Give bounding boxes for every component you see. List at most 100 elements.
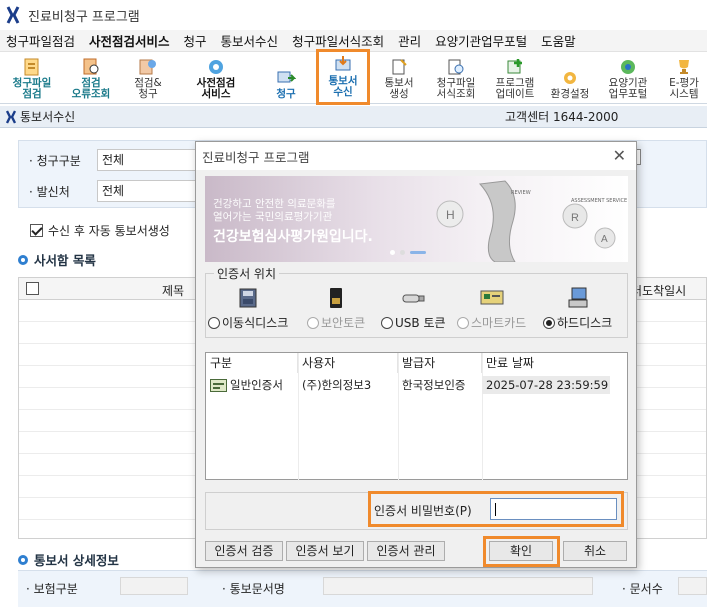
tool-label: 청구파일 서식조회	[436, 77, 476, 100]
password-input[interactable]	[490, 498, 617, 520]
tool-label: 청구파일 점검	[12, 77, 52, 100]
banner-pager[interactable]	[390, 250, 426, 255]
tool-settings[interactable]: 환경설정	[546, 52, 594, 104]
tool-portal[interactable]: 요양기관 업무포털	[603, 52, 653, 104]
menu-item[interactable]: 청구파일서식조회	[286, 31, 392, 50]
tool-create-notice[interactable]: 통보서 생성	[377, 52, 421, 104]
detail-title: 통보서 상세정보	[34, 553, 119, 568]
dialog-banner: H R A 건강하고 안전한 의료문화를 열어가는 국민의료평가기관 건강보험심…	[205, 176, 628, 262]
location-usb-token[interactable]: USB 토큰	[381, 286, 446, 331]
verify-cert-button[interactable]: 인증서 검증	[205, 541, 283, 561]
sender-label: · 발신처	[29, 184, 70, 199]
check-claim-icon	[139, 59, 156, 75]
tool-label: 환경설정	[550, 88, 590, 100]
tool-e-evaluation[interactable]: E-평가 시스템	[661, 52, 707, 104]
tool-label: 점검 오류조회	[71, 77, 111, 100]
location-usb-disk[interactable]: 이동식디스크	[208, 286, 288, 331]
location-hard-disk[interactable]: 하드디스크	[543, 286, 612, 331]
hira-banner-art: H R A	[436, 180, 616, 262]
col-issuer[interactable]: 발급자	[398, 353, 482, 373]
doc-name-label: · 통보문서명	[222, 582, 285, 596]
location-label: 보안토큰	[321, 316, 366, 330]
radio-smartcard[interactable]	[457, 316, 469, 329]
app-logo-icon	[6, 6, 20, 24]
col-user[interactable]: 사용자	[298, 353, 398, 373]
doc-count-field	[678, 577, 707, 595]
certificate-table: 구분 사용자 발급자 만료 날짜 일반인증서 (주)한의정보3 한국정보인증 2…	[205, 352, 628, 481]
cert-user-cell: (주)한의정보3	[302, 378, 372, 392]
radio-security-token[interactable]	[307, 316, 319, 329]
tool-error-search[interactable]: 점검 오류조회	[64, 52, 118, 104]
cancel-button[interactable]: 취소	[563, 541, 627, 561]
insurance-label: · 보험구분	[26, 582, 78, 596]
menu-item[interactable]: 도움말	[535, 31, 584, 50]
menu-item[interactable]: 청구	[178, 31, 215, 50]
settings-icon	[564, 72, 576, 84]
tool-precheck-service[interactable]: 사전점검 서비스	[183, 52, 249, 104]
close-icon[interactable]: ✕	[613, 146, 626, 165]
pager-active[interactable]	[410, 251, 426, 254]
banner-org: 건강보험심사평가원입니다.	[213, 229, 373, 245]
pager-dot[interactable]	[400, 250, 405, 255]
select-all-checkbox[interactable]	[26, 282, 39, 295]
menu-item[interactable]: 요양기관업무포털	[429, 31, 535, 50]
file-check-icon	[24, 58, 39, 76]
cert-expiry-cell: 2025-07-28 23:59:59	[482, 376, 610, 394]
tool-check-claim[interactable]: 점검& 청구	[124, 52, 172, 104]
tool-label: 점검& 청구	[134, 77, 162, 100]
tool-claim[interactable]: 청구	[265, 52, 307, 104]
radio-hard-disk[interactable]	[543, 316, 555, 329]
doc-count-label: · 문서수	[622, 582, 663, 596]
location-security-token[interactable]: 보안토큰	[307, 286, 365, 331]
view-cert-button[interactable]: 인증서 보기	[286, 541, 364, 561]
manage-cert-button[interactable]: 인증서 관리	[367, 541, 445, 561]
sender-select[interactable]: 전체	[97, 180, 207, 202]
radio-usb-token[interactable]	[381, 316, 393, 329]
claim-type-select[interactable]: 전체	[97, 149, 207, 171]
smartcard-icon	[480, 290, 504, 305]
section-logo-icon	[6, 109, 16, 124]
cert-location-group: 인증서 위치 이동식디스크 보안토큰 USB 토큰 스마트카드 하드디스크	[205, 265, 628, 338]
pager-dot[interactable]	[390, 250, 395, 255]
banner-slogan: 건강하고 안전한 의료문화를 열어가는 국민의료평가기관	[213, 198, 336, 223]
radio-usb-disk[interactable]	[208, 316, 220, 329]
cell-text: 일반인증서	[230, 378, 283, 392]
dialog-titlebar: 진료비청구 프로그램	[196, 142, 636, 170]
col-type[interactable]: 구분	[206, 353, 298, 373]
error-search-icon	[83, 58, 99, 75]
tool-claim-file-check[interactable]: 청구파일 점검	[6, 52, 58, 104]
toolbar: 청구파일 점검 점검 오류조회 점검& 청구 사전점검 서비스 청구 통보서 수…	[0, 49, 707, 105]
support-center: 고객센터 1644-2000	[505, 110, 619, 124]
password-label: 인증서 비밀번호(P)	[374, 504, 472, 518]
tool-label: 사전점검 서비스	[196, 77, 236, 100]
tool-label: 프로그램 업데이트	[495, 77, 535, 100]
banner-tag-assessment: ASSESSMENT SERVICE	[571, 198, 628, 204]
menu-item[interactable]: 사전점검서비스	[83, 31, 178, 50]
certificate-icon	[210, 378, 227, 392]
usb-token-icon	[402, 294, 425, 303]
portal-icon	[621, 60, 635, 74]
hard-disk-icon	[568, 287, 588, 308]
doc-name-field	[323, 577, 593, 595]
tool-program-update[interactable]: 프로그램 업데이트	[489, 52, 541, 104]
menu-item[interactable]: 관리	[392, 31, 429, 50]
auto-create-option[interactable]: 수신 후 자동 통보서생성	[30, 222, 170, 239]
location-smartcard[interactable]: 스마트카드	[457, 286, 526, 331]
bullet-icon	[18, 554, 28, 565]
detail-panel: · 보험구분 · 통보문서명 · 문서수	[18, 570, 707, 607]
tool-form-search[interactable]: 청구파일 서식조회	[431, 52, 481, 104]
usb-disk-icon	[239, 288, 257, 308]
auto-create-checkbox[interactable]	[30, 224, 43, 237]
tool-label: 통보서 수신	[328, 75, 358, 98]
menu-item[interactable]: 통보서수신	[215, 31, 287, 50]
col-expiry[interactable]: 만료 날짜	[482, 353, 627, 373]
precheck-icon	[209, 60, 223, 74]
mailbox-title: 사서함 목록	[34, 253, 96, 268]
col-arrival: 터도착일시	[631, 284, 687, 298]
svg-text:H: H	[446, 208, 455, 222]
menu-item[interactable]: 청구파일점검	[0, 31, 83, 50]
create-notice-icon	[392, 59, 407, 75]
ok-button[interactable]: 확인	[489, 541, 553, 561]
location-label: 하드디스크	[557, 316, 613, 330]
tool-receive-notice[interactable]: 통보서 수신	[316, 49, 370, 105]
